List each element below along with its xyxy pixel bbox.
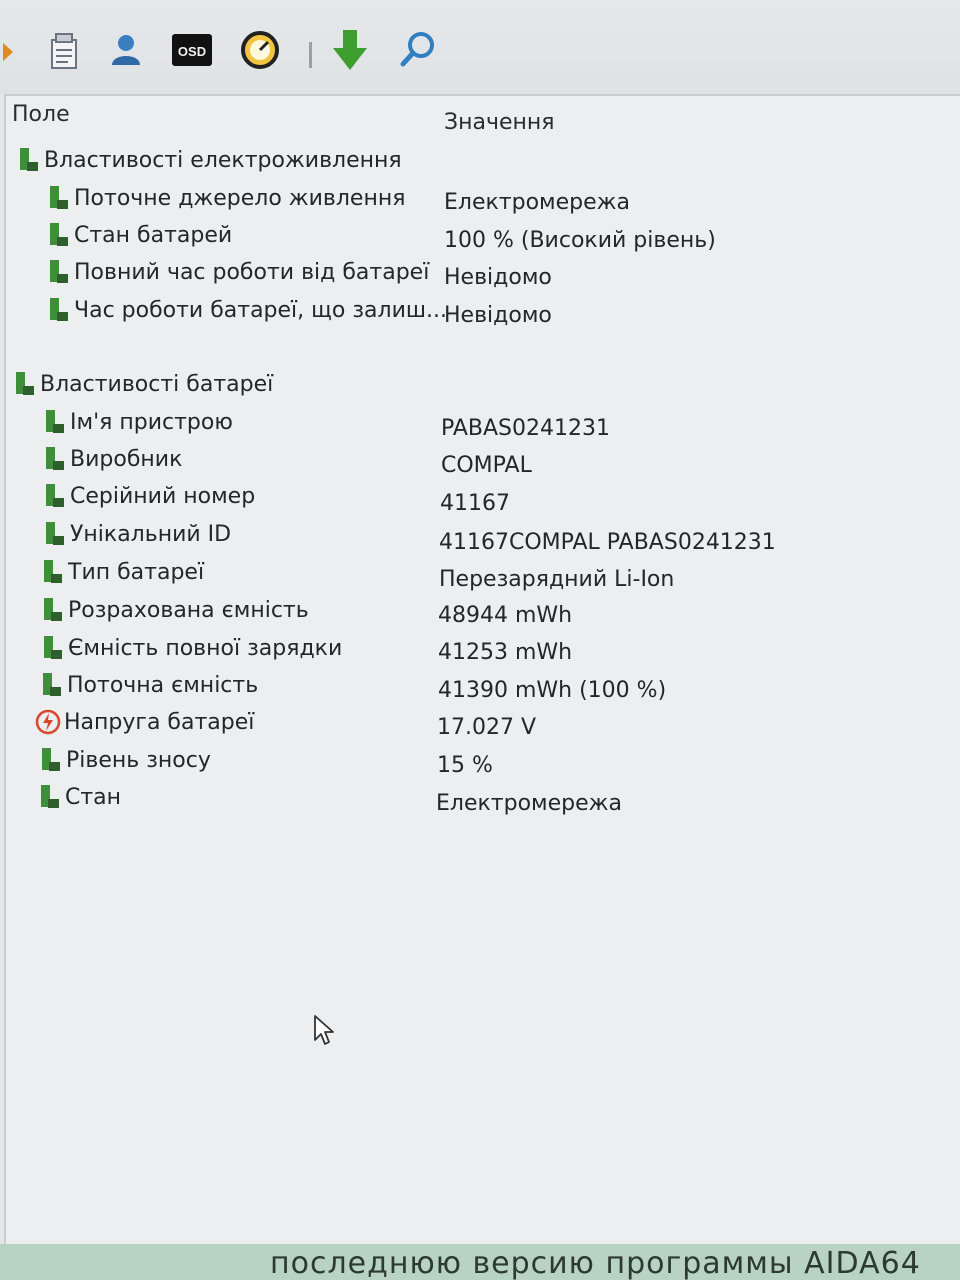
field-value: 15 % [437, 752, 493, 778]
osd-button[interactable]: OSD [170, 30, 214, 74]
search-button[interactable] [396, 30, 440, 74]
field-value: COMPAL [441, 452, 532, 478]
field-value: Електромережа [444, 189, 630, 215]
field-label: Унікальний ID [70, 521, 232, 547]
field-label: Ім'я пристрою [70, 409, 233, 435]
list-item[interactable]: Повний час роботи від батареї [44, 255, 429, 289]
toolbar-separator [309, 42, 312, 68]
list-item[interactable]: Напруга батареї [34, 705, 254, 739]
field-label: Рівень зносу [66, 747, 211, 773]
voltage-bolt-icon [34, 708, 62, 736]
download-icon [330, 28, 370, 76]
battery-icon [35, 783, 63, 811]
osd-label: OSD [178, 44, 206, 59]
field-label: Стан [65, 784, 122, 810]
battery-icon [37, 671, 65, 699]
search-icon [398, 30, 438, 74]
list-item[interactable]: Поточне джерело живлення [44, 181, 405, 215]
list-item[interactable]: Серійний номер [40, 479, 255, 513]
field-value: 41390 mWh (100 %) [438, 677, 667, 703]
list-item[interactable]: Тип батареї [38, 555, 204, 589]
battery-icon [40, 520, 68, 548]
section-power-properties[interactable]: Властивості електроживлення [14, 143, 402, 177]
column-header-value[interactable]: Значення [444, 110, 555, 135]
field-label: Тип батареї [68, 559, 205, 585]
gauge-button[interactable] [238, 30, 282, 74]
field-label: Серійний номер [70, 483, 256, 509]
aida64-window: OSD Поле Значення Властивості електрожив… [0, 0, 960, 1280]
background-page-strip: последнюю версию программы AIDA64 [0, 1244, 960, 1280]
field-value: 17.027 V [437, 714, 537, 740]
field-label: Час роботи батареї, що залиш... [74, 297, 447, 323]
battery-icon [44, 258, 72, 286]
download-button[interactable] [328, 30, 372, 74]
field-value: Невідомо [444, 302, 552, 328]
field-label: Виробник [70, 446, 183, 472]
list-item[interactable]: Рівень зносу [36, 743, 211, 777]
field-label: Повний час роботи від батареї [74, 259, 430, 285]
battery-icon [36, 746, 64, 774]
user-button[interactable] [104, 30, 148, 74]
field-value: 100 % (Високий рівень) [444, 227, 716, 253]
field-label: Розрахована ємність [68, 597, 309, 623]
field-value: Невідомо [444, 264, 552, 290]
battery-icon [10, 370, 38, 398]
mouse-cursor-icon [313, 1014, 335, 1050]
toolbar: OSD [0, 0, 960, 94]
battery-icon [44, 221, 72, 249]
list-item[interactable]: Час роботи батареї, що залиш... [44, 293, 447, 327]
field-value: 41167COMPAL PABAS0241231 [439, 529, 776, 555]
battery-icon [38, 634, 66, 662]
field-value: Електромережа [436, 790, 622, 816]
user-icon [107, 31, 145, 73]
list-item[interactable]: Унікальний ID [40, 517, 231, 551]
field-label: Напруга батареї [64, 709, 255, 735]
list-item[interactable]: Поточна ємність [37, 668, 258, 702]
battery-icon [44, 296, 72, 324]
background-text: последнюю версию программы AIDA64 [270, 1246, 921, 1280]
field-value: Перезарядний Li-Ion [439, 566, 675, 592]
battery-icon [38, 558, 66, 586]
report-button[interactable] [42, 30, 86, 74]
osd-icon: OSD [171, 32, 213, 72]
battery-icon [40, 445, 68, 473]
list-item[interactable]: Ємність повної зарядки [38, 631, 342, 665]
field-value: 41253 mWh [438, 639, 573, 665]
field-value: PABAS0241231 [441, 415, 610, 441]
battery-icon [14, 146, 42, 174]
list-item[interactable]: Ім'я пристрою [40, 405, 233, 439]
column-header-field[interactable]: Поле [12, 102, 70, 127]
list-item[interactable]: Виробник [40, 442, 182, 476]
list-item[interactable]: Стан [35, 780, 121, 814]
gauge-icon [240, 30, 280, 74]
field-label: Ємність повної зарядки [68, 635, 343, 661]
back-arrow-icon[interactable] [0, 30, 22, 74]
battery-icon [40, 482, 68, 510]
battery-icon [40, 408, 68, 436]
list-item[interactable]: Стан батарей [44, 218, 232, 252]
battery-icon [38, 596, 66, 624]
report-icon [46, 30, 82, 74]
section-battery-properties[interactable]: Властивості батареї [10, 367, 273, 401]
battery-icon [44, 184, 72, 212]
section-title: Властивості батареї [40, 371, 274, 397]
field-label: Стан батарей [74, 222, 233, 248]
field-value: 48944 mWh [438, 602, 573, 628]
section-title: Властивості електроживлення [44, 147, 402, 173]
field-label: Поточне джерело живлення [74, 185, 406, 211]
field-value: 41167 [440, 490, 510, 516]
list-item[interactable]: Розрахована ємність [38, 593, 309, 627]
field-label: Поточна ємність [67, 672, 259, 698]
